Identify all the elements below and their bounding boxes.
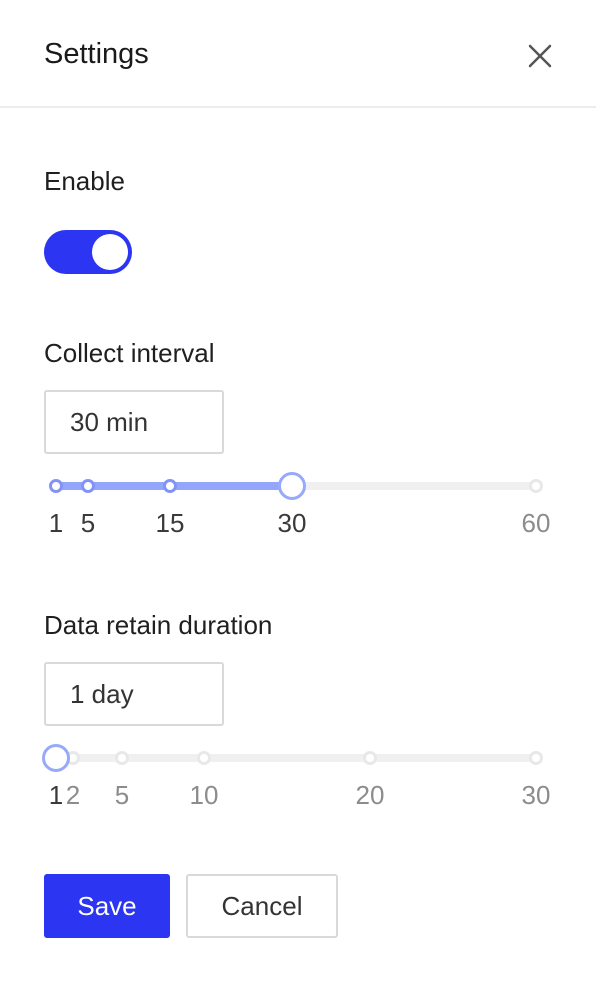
slider-mark: 5 — [114, 780, 130, 810]
slider-mark: 20 — [355, 780, 385, 810]
slider-handle[interactable] — [42, 744, 70, 772]
collect-interval-slider[interactable]: 1 5 15 30 60 — [44, 472, 556, 552]
slider-mark: 60 — [521, 508, 551, 538]
slider-mark: 1 — [48, 508, 64, 538]
slider-mark: 10 — [189, 780, 219, 810]
slider-mark: 5 — [80, 508, 96, 538]
slider-handle[interactable] — [278, 472, 306, 500]
slider-mark: 1 — [48, 780, 64, 810]
slider-dot — [529, 479, 543, 493]
slider-mark: 30 — [277, 508, 307, 538]
slider-dot — [115, 751, 129, 765]
collect-interval-label: Collect interval — [44, 338, 215, 368]
toggle-knob — [92, 234, 128, 270]
close-icon — [528, 44, 552, 68]
retain-duration-label: Data retain duration — [44, 610, 273, 640]
page-title: Settings — [44, 38, 149, 70]
close-button[interactable] — [522, 38, 558, 74]
retain-duration-input[interactable]: 1 day — [44, 662, 224, 726]
slider-dot — [163, 479, 177, 493]
slider-dot — [81, 479, 95, 493]
cancel-button[interactable]: Cancel — [186, 874, 338, 938]
save-button[interactable]: Save — [44, 874, 170, 938]
collect-interval-input[interactable]: 30 min — [44, 390, 224, 454]
slider-dot — [49, 479, 63, 493]
slider-mark: 15 — [155, 508, 185, 538]
slider-dot — [197, 751, 211, 765]
slider-dot — [363, 751, 377, 765]
slider-mark: 30 — [521, 780, 551, 810]
enable-label: Enable — [44, 166, 125, 196]
panel-header: Settings — [0, 0, 596, 108]
retain-duration-slider[interactable]: 1 2 5 10 20 30 — [42, 744, 556, 824]
enable-toggle[interactable] — [44, 230, 132, 274]
slider-mark: 2 — [65, 780, 81, 810]
slider-dot — [529, 751, 543, 765]
